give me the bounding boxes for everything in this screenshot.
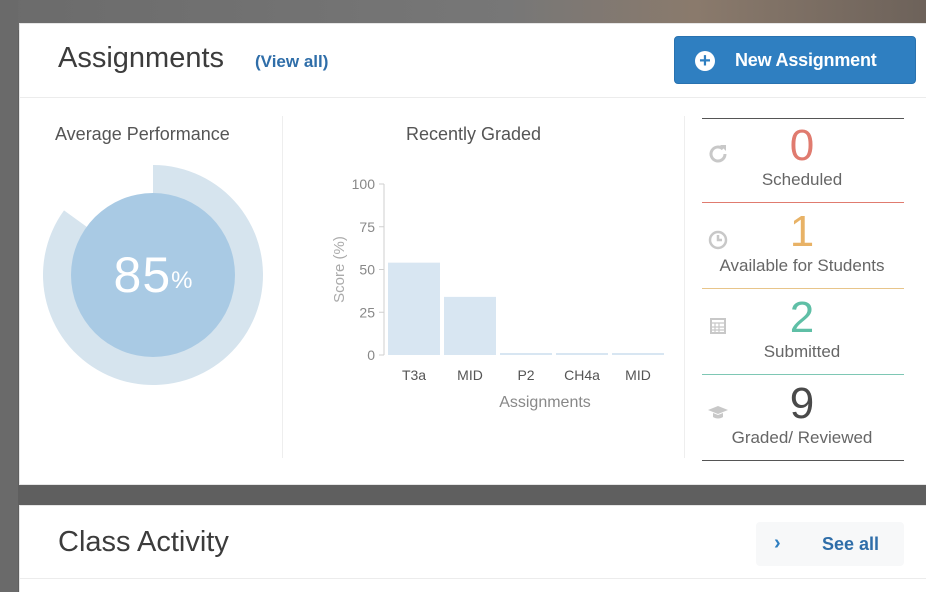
stat-underline (702, 374, 904, 375)
bar (556, 353, 608, 355)
divider (20, 578, 926, 579)
bar (388, 262, 440, 355)
assignments-title: Assignments (58, 42, 225, 74)
new-assignment-label: New Assignment (735, 50, 877, 70)
y-tick-label: 100 (352, 176, 376, 192)
y-tick-label: 50 (359, 262, 375, 278)
assignments-card: Assignments (View all) + New Assignment … (20, 24, 926, 484)
divider (684, 116, 685, 458)
recently-graded-chart: 0 25 50 75 100 Score (%) T3a MID P2 CH4a MID Assign… (331, 176, 664, 411)
x-axis-label: Assignments (499, 394, 591, 411)
average-performance-donut (42, 165, 263, 385)
bar (444, 296, 496, 355)
stat-submitted[interactable]: 2 Submitted (700, 290, 904, 376)
class-activity-card: Class Activity › See all (20, 506, 926, 592)
stat-label: Submitted (763, 342, 841, 361)
stat-label: Graded/ Reviewed (731, 428, 873, 447)
divider (282, 116, 283, 458)
class-activity-title: Class Activity (58, 526, 229, 558)
stat-count: 0 (789, 121, 815, 170)
x-tick-label: P2 (517, 367, 534, 383)
y-tick-label: 0 (367, 347, 375, 363)
chevron-right-icon: › (774, 532, 781, 554)
x-tick-label: MID (457, 367, 483, 383)
stat-count: 2 (789, 293, 815, 342)
stat-underline (702, 460, 904, 461)
stat-top-line (702, 118, 904, 119)
stat-graded[interactable]: 9 Graded/ Reviewed (700, 376, 904, 462)
assignments-header: Assignments (View all) + New Assignment (20, 24, 926, 98)
stat-count: 1 (789, 207, 815, 256)
donut-inner (71, 193, 235, 357)
see-all-button[interactable]: › See all (756, 522, 904, 566)
background-edge (0, 0, 18, 592)
see-all-label: See all (822, 534, 880, 554)
y-tick-label: 75 (359, 219, 375, 235)
recently-graded-heading: Recently Graded (406, 124, 542, 144)
stat-available[interactable]: 1 Available for Students (700, 204, 904, 290)
stat-label: Available for Students (719, 256, 885, 275)
bar (500, 353, 552, 355)
view-all-link[interactable]: (View all) (255, 52, 328, 72)
stat-scheduled[interactable]: 0 Scheduled (700, 118, 904, 204)
average-performance-heading: Average Performance (55, 124, 230, 144)
x-tick-label: CH4a (564, 367, 600, 383)
stat-label: Scheduled (761, 170, 843, 189)
bar (612, 353, 664, 355)
y-axis-label: Score (%) (331, 236, 348, 303)
y-tick-label: 25 (359, 304, 375, 320)
x-tick-label: MID (625, 367, 651, 383)
x-tick-label: T3a (402, 367, 426, 383)
stat-count: 9 (789, 379, 815, 428)
stat-underline (702, 288, 904, 289)
plus-circle-icon: + (695, 51, 715, 71)
new-assignment-button[interactable]: + New Assignment (674, 36, 916, 84)
stat-underline (702, 202, 904, 203)
